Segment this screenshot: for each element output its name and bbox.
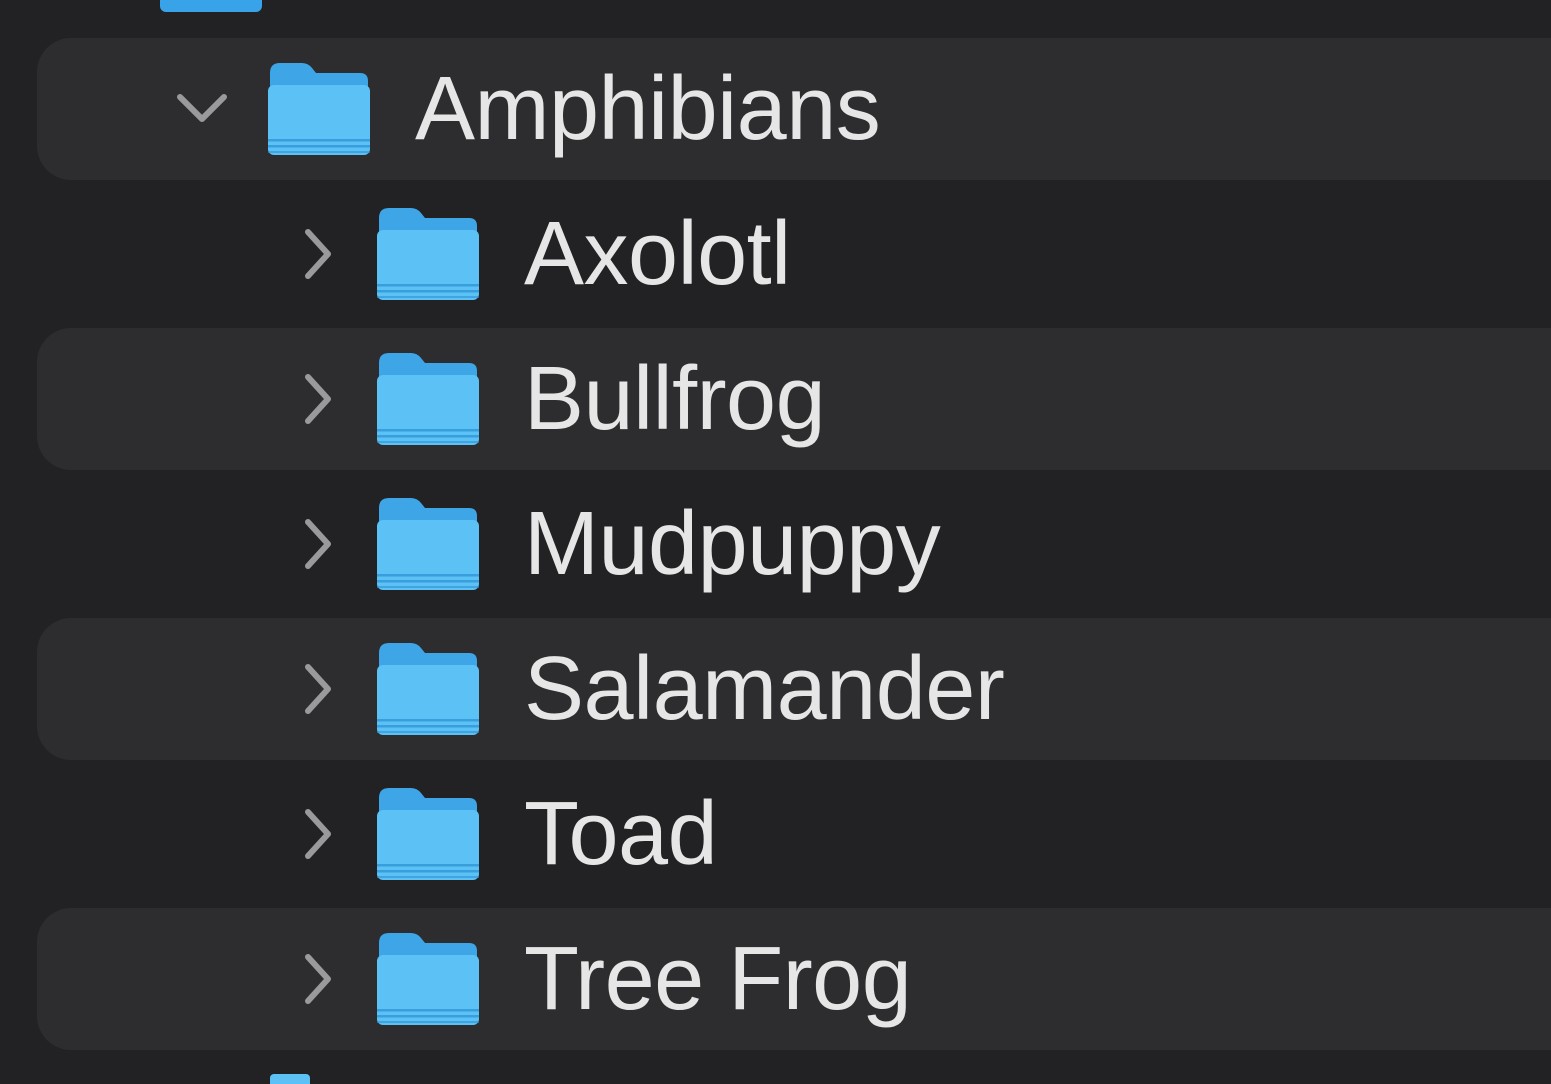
list-row-salamander[interactable]: Salamander: [0, 616, 1551, 762]
row-label: Mudpuppy: [524, 494, 941, 594]
chevron-down-icon[interactable]: [172, 79, 232, 139]
list-row-axolotl[interactable]: Axolotl: [0, 181, 1551, 327]
folder-icon: [375, 351, 481, 447]
chevron-right-icon[interactable]: [290, 514, 350, 574]
chevron-right-icon[interactable]: [290, 224, 350, 284]
chevron-right-icon[interactable]: [290, 949, 350, 1009]
list-row-mudpuppy[interactable]: Mudpuppy: [0, 471, 1551, 617]
finder-list-view: Amphibians Axolotl Bullfrog Mudpuppy Sal…: [0, 0, 1551, 1084]
folder-icon: [375, 206, 481, 302]
folder-icon: [375, 931, 481, 1027]
row-label: Toad: [524, 784, 718, 884]
list-row-tree-frog[interactable]: Tree Frog: [0, 906, 1551, 1052]
row-label: Amphibians: [415, 59, 881, 159]
list-row-amphibians[interactable]: Amphibians: [0, 36, 1551, 182]
list-row-toad[interactable]: Toad: [0, 761, 1551, 907]
folder-icon: [375, 641, 481, 737]
row-label: Axolotl: [524, 204, 791, 304]
folder-icon: [375, 496, 481, 592]
row-label: Bullfrog: [524, 349, 826, 449]
chevron-right-icon[interactable]: [290, 369, 350, 429]
folder-icon: [266, 61, 372, 157]
folder-icon: [375, 786, 481, 882]
chevron-right-icon[interactable]: [290, 804, 350, 864]
folder-icon: [270, 1074, 310, 1084]
row-label: Tree Frog: [524, 929, 912, 1029]
row-label: Salamander: [524, 639, 1005, 739]
list-row-bullfrog[interactable]: Bullfrog: [0, 326, 1551, 472]
chevron-right-icon[interactable]: [290, 659, 350, 719]
folder-icon: [160, 0, 262, 12]
